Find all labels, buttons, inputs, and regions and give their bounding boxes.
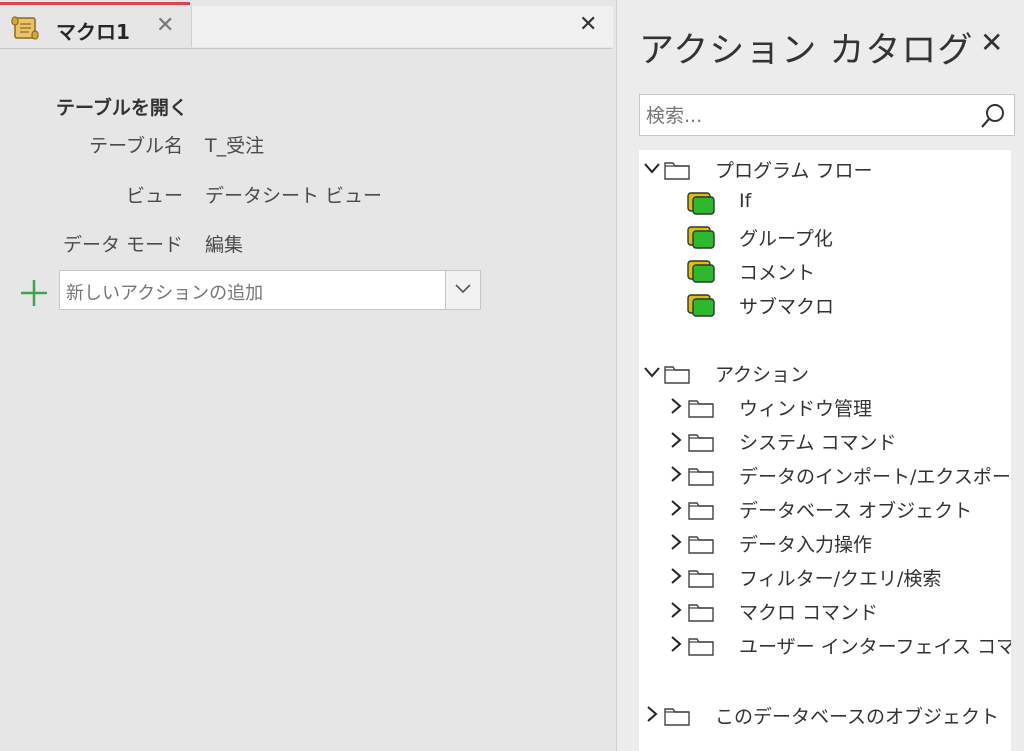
tree-item-if[interactable]: If bbox=[685, 188, 985, 218]
add-plus-icon[interactable] bbox=[18, 277, 50, 309]
close-document-icon[interactable]: ✕ bbox=[579, 12, 597, 37]
macro-designer-pane: マクロ1 ✕ ✕ テーブルを開く テーブル名 T_受注 ビュー データシート ビ… bbox=[0, 0, 613, 751]
folder-icon bbox=[664, 366, 690, 384]
program-flow-icon bbox=[687, 260, 715, 283]
macro-editor: テーブルを開く テーブル名 T_受注 ビュー データシート ビュー データ モー… bbox=[0, 49, 612, 751]
tree-group-database-objects[interactable]: このデータベースのオブジェクト bbox=[643, 700, 1011, 730]
chevron-down-icon[interactable] bbox=[643, 363, 661, 381]
argument-label-view: ビュー bbox=[125, 185, 183, 207]
catalog-title: アクション カタログ bbox=[639, 31, 974, 71]
add-action-placeholder: 新しいアクションの追加 bbox=[66, 283, 264, 304]
tree-item-label: サブマクロ bbox=[739, 296, 835, 318]
program-flow-icon bbox=[687, 226, 715, 249]
tab-label: マクロ1 bbox=[56, 20, 130, 44]
folder-icon bbox=[688, 502, 714, 520]
program-flow-icon bbox=[687, 192, 715, 215]
catalog-tree: プログラム フロー If グループ化 コメント サブマクロ アクション ウィンド bbox=[639, 150, 1011, 751]
tree-item-label: ユーザー インターフェイス コマンド bbox=[739, 636, 1011, 658]
chevron-right-icon[interactable] bbox=[667, 567, 685, 585]
tree-group-label: アクション bbox=[715, 364, 810, 386]
tree-group-program-flow[interactable]: プログラム フロー bbox=[643, 154, 1003, 184]
dropdown-button[interactable] bbox=[445, 271, 480, 309]
tree-item-label: If bbox=[739, 190, 752, 212]
folder-icon bbox=[688, 400, 714, 418]
chevron-right-icon[interactable] bbox=[643, 705, 661, 723]
catalog-search bbox=[639, 94, 1015, 136]
tree-item-database-objects[interactable]: データベース オブジェクト bbox=[667, 494, 1011, 524]
tree-group-actions[interactable]: アクション bbox=[643, 358, 1003, 388]
tree-item-label: データベース オブジェクト bbox=[739, 500, 973, 522]
tree-item-label: システム コマンド bbox=[739, 432, 897, 454]
tree-item-label: フィルター/クエリ/検索 bbox=[739, 568, 942, 590]
tree-item-label: コメント bbox=[739, 262, 816, 284]
close-catalog-icon[interactable]: ✕ bbox=[980, 26, 1003, 59]
tree-item-group[interactable]: グループ化 bbox=[685, 222, 985, 252]
chevron-down-icon bbox=[455, 284, 471, 294]
folder-icon bbox=[688, 570, 714, 588]
argument-label-table-name: テーブル名 bbox=[89, 135, 183, 157]
program-flow-icon bbox=[687, 294, 715, 317]
folder-icon bbox=[688, 434, 714, 452]
argument-value-data-mode[interactable]: 編集 bbox=[205, 230, 243, 257]
tab-strip-background bbox=[191, 6, 613, 47]
tree-item-submacro[interactable]: サブマクロ bbox=[685, 290, 985, 320]
folder-icon bbox=[664, 162, 690, 180]
folder-icon bbox=[688, 468, 714, 486]
document-tab-strip: マクロ1 ✕ ✕ bbox=[0, 0, 613, 49]
search-input[interactable] bbox=[644, 101, 968, 131]
folder-icon bbox=[688, 604, 714, 622]
tree-item-filter-query-search[interactable]: フィルター/クエリ/検索 bbox=[667, 562, 1011, 592]
folder-icon bbox=[688, 638, 714, 656]
argument-value-table-name[interactable]: T_受注 bbox=[205, 131, 264, 158]
tree-item-label: ウィンドウ管理 bbox=[739, 398, 873, 420]
folder-icon bbox=[688, 536, 714, 554]
tree-item-data-entry-operations[interactable]: データ入力操作 bbox=[667, 528, 1011, 558]
tree-item-macro-commands[interactable]: マクロ コマンド bbox=[667, 596, 1011, 626]
add-new-action-combobox[interactable]: 新しいアクションの追加 bbox=[59, 270, 481, 310]
chevron-right-icon[interactable] bbox=[667, 465, 685, 483]
tree-item-label: データ入力操作 bbox=[739, 534, 873, 556]
chevron-right-icon[interactable] bbox=[667, 499, 685, 517]
tree-item-label: マクロ コマンド bbox=[739, 602, 879, 624]
tree-item-label: データのインポート/エクスポート bbox=[739, 466, 1011, 488]
argument-label-data-mode: データ モード bbox=[62, 234, 183, 256]
tree-item-window-management[interactable]: ウィンドウ管理 bbox=[667, 392, 1011, 422]
tab-close-icon[interactable]: ✕ bbox=[156, 13, 174, 38]
chevron-right-icon[interactable] bbox=[667, 601, 685, 619]
chevron-down-icon[interactable] bbox=[643, 159, 661, 177]
argument-value-view[interactable]: データシート ビュー bbox=[205, 181, 382, 208]
tree-item-comment[interactable]: コメント bbox=[685, 256, 985, 286]
chevron-right-icon[interactable] bbox=[667, 397, 685, 415]
tree-group-label: このデータベースのオブジェクト bbox=[715, 706, 1000, 728]
chevron-right-icon[interactable] bbox=[667, 635, 685, 653]
tree-item-data-import-export[interactable]: データのインポート/エクスポート bbox=[667, 460, 1011, 490]
chevron-right-icon[interactable] bbox=[667, 533, 685, 551]
macro-scroll-icon bbox=[11, 16, 39, 40]
action-block-title[interactable]: テーブルを開く bbox=[56, 93, 188, 120]
tree-item-ui-commands[interactable]: ユーザー インターフェイス コマンド bbox=[667, 630, 1011, 660]
folder-icon bbox=[664, 708, 690, 726]
tree-item-label: グループ化 bbox=[739, 228, 833, 250]
chevron-right-icon[interactable] bbox=[667, 431, 685, 449]
action-catalog-pane: アクション カタログ ✕ プログラム フロー If グループ化 コメント bbox=[616, 0, 1024, 751]
search-icon[interactable] bbox=[978, 101, 1008, 131]
tree-group-label: プログラム フロー bbox=[715, 160, 873, 182]
tree-item-system-commands[interactable]: システム コマンド bbox=[667, 426, 1011, 456]
tab-macro1[interactable]: マクロ1 ✕ bbox=[0, 2, 190, 48]
